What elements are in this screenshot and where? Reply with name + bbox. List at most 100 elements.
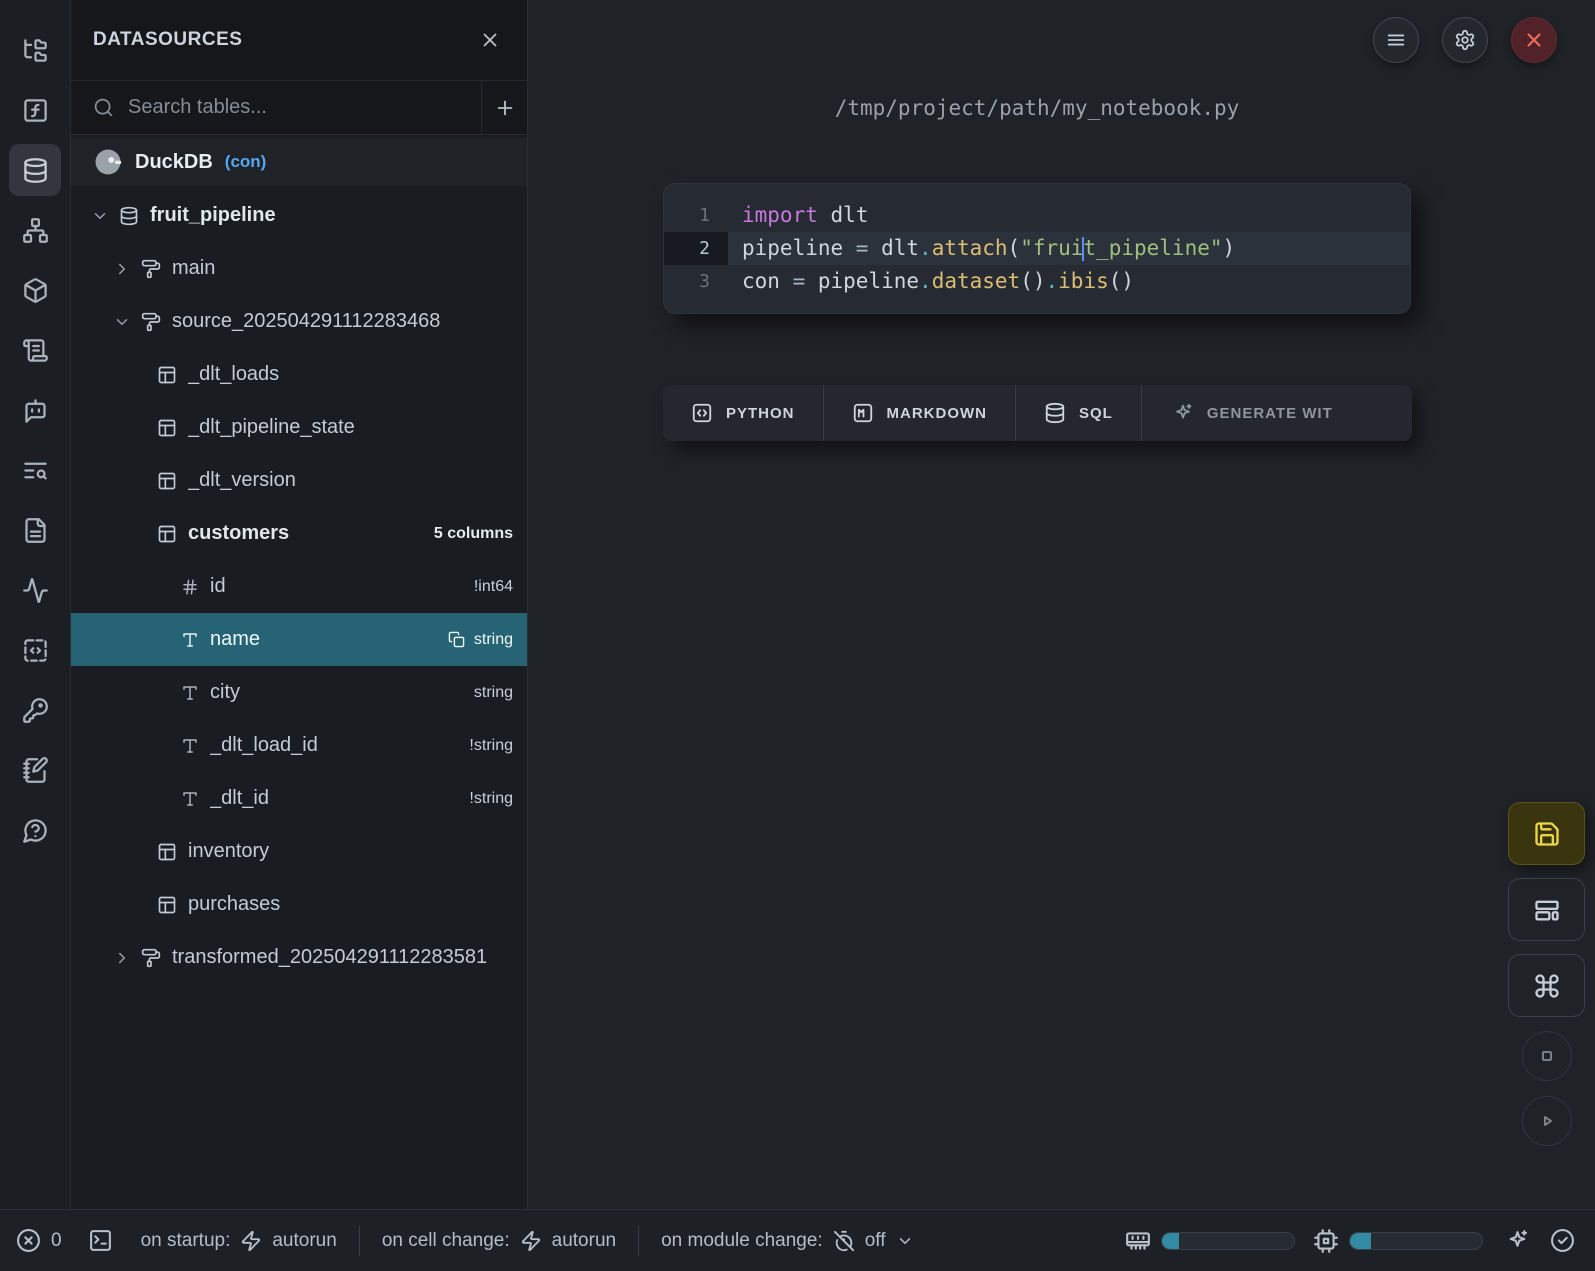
rail-item-secrets[interactable]: [9, 684, 61, 736]
cell-type-label: GENERATE WIT: [1207, 405, 1333, 422]
tree-row-transformed_202504291112283581[interactable]: transformed_202504291112283581: [71, 931, 527, 984]
tree-row-_dlt_id[interactable]: _dlt_id!string: [71, 772, 527, 825]
rail-item-datasources[interactable]: [9, 144, 61, 196]
rail-item-snippets[interactable]: [9, 624, 61, 676]
code-text: import dlt: [728, 199, 1410, 232]
tree-row-name[interactable]: namestring: [71, 613, 527, 666]
layout-toggle-button[interactable]: [1508, 878, 1585, 941]
cell-type-button-sql[interactable]: SQL: [1015, 385, 1141, 441]
cpu-usage-bar: [1349, 1232, 1483, 1250]
tree-row-city[interactable]: citystring: [71, 666, 527, 719]
menu-icon: [1385, 29, 1407, 51]
ram-meter: [1125, 1228, 1295, 1254]
play-icon: [1535, 1109, 1559, 1133]
file-text-icon: [22, 517, 49, 544]
ai-assist-button[interactable]: [1505, 1228, 1530, 1253]
tree-row-purchases[interactable]: purchases: [71, 878, 527, 931]
rail-item-logs[interactable]: [9, 444, 61, 496]
type-icon: [181, 790, 199, 808]
cell-type-button-markdown[interactable]: MARKDOWN: [823, 385, 1015, 441]
timer-off-icon: [833, 1230, 855, 1252]
search-row: [71, 81, 527, 135]
rail-item-tracing[interactable]: [9, 564, 61, 616]
tree-row-_dlt_version[interactable]: _dlt_version: [71, 454, 527, 507]
on-module-change-dropdown[interactable]: on module change: off: [661, 1230, 913, 1252]
run-button[interactable]: [1522, 1096, 1572, 1146]
rail-item-scratchpad[interactable]: [9, 744, 61, 796]
bot-chat-icon: [22, 397, 49, 424]
stop-button[interactable]: [1522, 1031, 1572, 1081]
connection-engine: DuckDB: [135, 151, 213, 174]
rail-item-dependencies[interactable]: [9, 204, 61, 256]
rail-item-ai-chat[interactable]: [9, 384, 61, 436]
tree-row-inventory[interactable]: inventory: [71, 825, 527, 878]
line-number: 1: [664, 199, 728, 232]
on-startup-setting[interactable]: on startup: autorun: [141, 1230, 337, 1252]
tree-row-_dlt_loads[interactable]: _dlt_loads: [71, 348, 527, 401]
cell-type-button-generate-with-ai[interactable]: GENERATE WIT: [1141, 385, 1412, 441]
code-line-2[interactable]: 2pipeline = dlt.attach("fruit_pipeline"): [664, 232, 1410, 265]
hash-icon: [181, 578, 199, 596]
close-panel-button[interactable]: [475, 25, 505, 55]
network-icon: [22, 217, 49, 244]
tree-row-fruit_pipeline[interactable]: fruit_pipeline: [71, 189, 527, 242]
search-input[interactable]: [128, 96, 481, 119]
cpu-icon: [1313, 1228, 1339, 1254]
activity-icon: [22, 577, 49, 604]
code-line-1[interactable]: 1import dlt: [664, 199, 1410, 232]
x-icon: [1523, 29, 1545, 51]
rail-item-help[interactable]: [9, 804, 61, 856]
tree-row-id[interactable]: id!int64: [71, 560, 527, 613]
status-bar: 0 on startup: autorun on cell change: au…: [0, 1209, 1595, 1271]
error-count: 0: [51, 1230, 62, 1252]
tree-row-customers[interactable]: customers5 columns: [71, 507, 527, 560]
tree-label: customers: [188, 522, 289, 545]
on-cell-change-setting[interactable]: on cell change: autorun: [382, 1230, 616, 1252]
connection-row-duckdb[interactable]: DuckDB (con): [71, 138, 527, 186]
database-icon: [22, 157, 49, 184]
add-datasource-button[interactable]: [481, 81, 527, 134]
settings-button[interactable]: [1442, 17, 1488, 63]
error-count-button[interactable]: 0: [16, 1228, 62, 1253]
tree-row-_dlt_load_id[interactable]: _dlt_load_id!string: [71, 719, 527, 772]
menu-button[interactable]: [1373, 17, 1419, 63]
search-icon: [93, 97, 114, 118]
tree-row-main[interactable]: main: [71, 242, 527, 295]
tree-label: _dlt_pipeline_state: [188, 416, 355, 439]
rail-item-packages[interactable]: [9, 264, 61, 316]
rail-item-outline[interactable]: [9, 324, 61, 376]
type-icon: [181, 737, 199, 755]
code-cell-editor[interactable]: 1import dlt2pipeline = dlt.attach("fruit…: [663, 183, 1411, 314]
tree-row-_dlt_pipeline_state[interactable]: _dlt_pipeline_state: [71, 401, 527, 454]
save-icon: [1533, 820, 1561, 848]
tree-label: main: [172, 257, 215, 280]
on-cell-change-value: autorun: [552, 1230, 616, 1252]
tree-row-meta: !string: [459, 790, 513, 808]
terminal-button[interactable]: [88, 1228, 113, 1253]
code-line-3[interactable]: 3con = pipeline.dataset().ibis(): [664, 265, 1410, 298]
tree-label: _dlt_loads: [188, 363, 279, 386]
zap-icon: [240, 1230, 262, 1252]
stop-icon: [1535, 1044, 1559, 1068]
terminal-icon: [88, 1228, 113, 1253]
code-square-icon: [691, 402, 713, 424]
on-module-change-value: off: [865, 1230, 886, 1252]
command-palette-button[interactable]: [1508, 954, 1585, 1017]
save-button[interactable]: [1508, 802, 1585, 865]
rail-item-files[interactable]: [9, 24, 61, 76]
rail-item-variables[interactable]: [9, 84, 61, 136]
column-type: string: [474, 684, 513, 702]
datasources-tree: fruit_pipelinemain source_202504291112283…: [71, 189, 527, 1209]
window-controls: [1373, 17, 1557, 63]
close-button[interactable]: [1511, 17, 1557, 63]
divider: [638, 1226, 639, 1256]
tree-row-source_202504291112283468[interactable]: source_202504291112283468: [71, 295, 527, 348]
tree-label: source_202504291112283468: [172, 310, 440, 333]
connection-status-button[interactable]: [1550, 1228, 1575, 1253]
close-icon: [479, 29, 501, 51]
rail-item-documentation[interactable]: [9, 504, 61, 556]
column-type: !string: [469, 790, 513, 808]
command-icon: [1533, 972, 1561, 1000]
cell-type-button-python[interactable]: PYTHON: [663, 385, 823, 441]
on-startup-value: autorun: [272, 1230, 336, 1252]
